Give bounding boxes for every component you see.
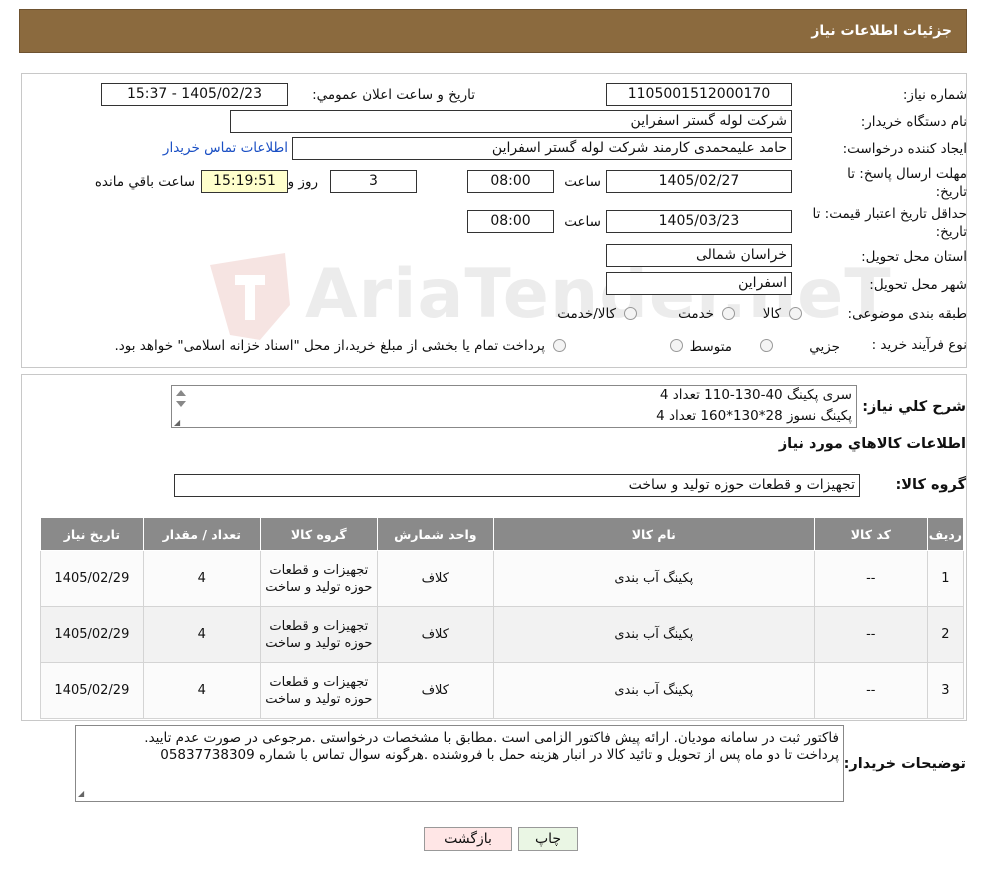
description-line-2: پکینگ نسوز 28*130*160 تعداد 4 [656,408,852,424]
back-button[interactable]: بازگشت [424,827,512,851]
validity-date-field: 1405/03/23 [606,210,792,233]
buyer-notes-textarea[interactable]: فاکتور ثبت در سامانه مودیان. ارائه پیش ف… [75,725,844,802]
validity-label: حداقل تاریخ اعتبار قیمت: تا [812,206,967,222]
goods-group-label: گروه كالا: [895,477,966,493]
cell-need-date: 1405/02/29 [40,550,144,607]
page-title: جزئیات اطلاعات نیاز [811,23,952,39]
category-option-service: خدمت [678,306,714,322]
announce-label: تاریخ و ساعت اعلان عمومي: [312,87,475,103]
category-option-goods-service: کالا/خدمت [557,306,616,322]
cell-quantity: 4 [142,662,261,719]
resize-handle-icon[interactable]: ◢ [78,789,84,798]
items-table: رديف کد کالا نام کالا واحد شمارش گروه کا… [40,517,965,719]
col-item-group: گروه کالا [259,517,378,551]
process-label: نوع فرآیند خرید : [871,337,967,353]
cell-row-number: 1 [926,550,965,607]
watermark-text: AriaTender.neT [305,255,892,334]
cell-quantity: 4 [142,606,261,663]
buyer-field: شرکت لوله گستر اسفراين [230,110,792,133]
need-number-label: شماره نیاز: [902,87,967,103]
cell-unit: کلاف [376,662,494,719]
col-need-date: تاریخ نیاز [40,517,144,551]
deadline-time-label: ساعت [564,174,601,190]
remaining-label: ساعت باقي مانده [94,174,195,190]
cell-item-code: -- [813,606,928,663]
buyer-notes-label: توضیحات خریدار: [843,756,966,772]
validity-label-date: تاریخ: [935,224,967,240]
creator-field: حامد علیمحمدی کارمند شرکت لوله گستر اسفر… [292,137,792,160]
print-button[interactable]: چاپ [518,827,578,851]
goods-section-title: اطلاعات كالاهاي مورد نياز [778,436,966,452]
province-label: استان محل تحویل: [861,249,967,265]
buyer-notes-line-1: فاکتور ثبت در سامانه مودیان. ارائه پیش ف… [144,730,839,746]
need-number-field: 1105001512000170 [606,83,792,106]
deadline-label-date: تاریخ: [935,184,967,200]
description-textarea[interactable]: سری پکینگ 40-130-110 تعداد 4 پکینگ نسوز … [171,385,857,428]
col-item-name: نام کالا [492,517,815,551]
cell-item-code: -- [813,662,928,719]
process-option-medium: متوسط [689,339,732,355]
cell-need-date: 1405/02/29 [40,606,144,663]
cell-item-group: تجهیزات و قطعات حوزه تولید و ساخت [259,550,378,607]
process-note: پرداخت تمام یا بخشی از مبلغ خرید،از محل … [114,338,545,354]
col-unit: واحد شمارش [376,517,494,551]
deadline-time-field: 08:00 [467,170,554,193]
process-radio-medium[interactable] [670,339,683,352]
col-quantity: تعداد / مقدار [142,517,261,551]
cell-item-code: -- [813,550,928,607]
cell-row-number: 2 [926,606,965,663]
cell-item-name: پکینگ آب بندی [492,606,815,663]
goods-group-field: تجهیزات و قطعات حوزه تولید و ساخت [174,474,860,497]
category-option-goods: کالا [762,306,781,322]
buyer-notes-line-2: پرداخت تا دو ماه پس از تحویل و تائید کال… [160,747,839,763]
cell-quantity: 4 [142,550,261,607]
category-radio-goods[interactable] [789,307,802,320]
cell-row-number: 3 [926,662,965,719]
days-remaining-field: 3 [330,170,417,193]
process-radio-treasury[interactable] [553,339,566,352]
cell-item-group: تجهیزات و قطعات حوزه تولید و ساخت [259,662,378,719]
province-field: خراسان شمالی [606,244,792,267]
buyer-label: نام دستگاه خریدار: [860,114,967,130]
cell-item-name: پکینگ آب بندی [492,550,815,607]
validity-time-label: ساعت [564,214,601,230]
table-header-row: رديف کد کالا نام کالا واحد شمارش گروه کا… [40,517,965,551]
cell-unit: کلاف [376,550,494,607]
description-line-1: سری پکینگ 40-130-110 تعداد 4 [659,387,852,403]
category-radio-goods-service[interactable] [624,307,637,320]
process-radio-minor[interactable] [760,339,773,352]
scroll-down-icon[interactable] [176,401,186,407]
days-label: روز و [287,174,318,190]
deadline-label: مهلت ارسال پاسخ: تا [847,166,967,182]
announce-field: 1405/02/23 - 15:37 [101,83,288,106]
description-label: شرح كلي نياز: [862,399,966,415]
col-row-number: رديف [926,517,965,551]
table-row: 1 -- پکینگ آب بندی کلاف تجهیزات و قطعات … [40,550,965,607]
city-field: اسفراين [606,272,792,295]
creator-label: ایجاد کننده درخواست: [842,141,967,157]
resize-handle-icon[interactable]: ◢ [174,418,180,427]
table-row: 2 -- پکینگ آب بندی کلاف تجهیزات و قطعات … [40,606,965,663]
scroll-up-icon[interactable] [176,390,186,396]
page-header: جزئیات اطلاعات نیاز [19,9,967,53]
validity-time-field: 08:00 [467,210,554,233]
cell-item-name: پکینگ آب بندی [492,662,815,719]
process-option-minor: جزیي [809,339,840,355]
category-label: طبقه بندی موضوعی: [847,306,967,322]
category-radio-service[interactable] [722,307,735,320]
buyer-contact-link[interactable]: اطلاعات تماس خریدار [163,140,288,156]
cell-item-group: تجهیزات و قطعات حوزه تولید و ساخت [259,606,378,663]
cell-need-date: 1405/02/29 [40,662,144,719]
table-row: 3 -- پکینگ آب بندی کلاف تجهیزات و قطعات … [40,662,965,719]
col-item-code: کد کالا [813,517,928,551]
deadline-date-field: 1405/02/27 [606,170,792,193]
cell-unit: کلاف [376,606,494,663]
remaining-time-field: 15:19:51 [201,170,288,193]
city-label: شهر محل تحویل: [869,277,967,293]
